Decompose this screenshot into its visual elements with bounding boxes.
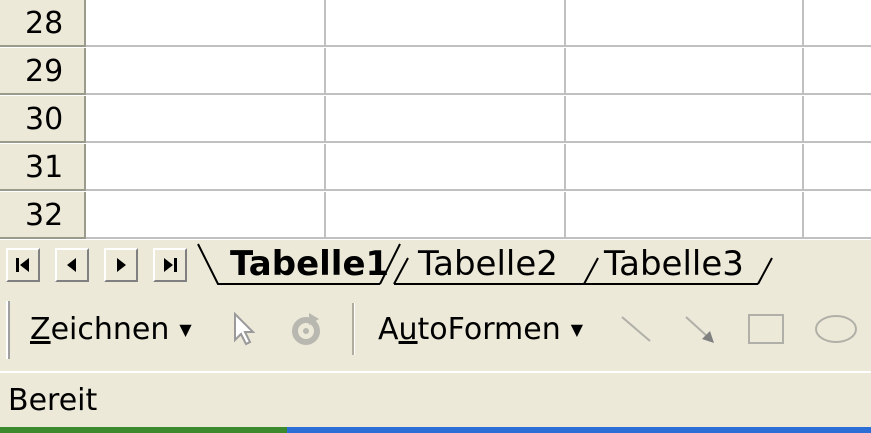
rectangle-button[interactable] — [744, 307, 788, 351]
row-header[interactable]: 29 — [0, 48, 86, 95]
grid-row: 29 — [0, 48, 871, 96]
first-sheet-icon — [16, 258, 29, 272]
chevron-down-icon: ▼ — [570, 319, 584, 339]
select-objects-button[interactable] — [222, 307, 266, 351]
cell[interactable] — [326, 96, 566, 143]
line-button[interactable] — [614, 307, 658, 351]
sheet-tab-tabelle3[interactable]: Tabelle3 — [604, 244, 744, 284]
autoshapes-label-start: A — [378, 311, 399, 347]
draw-menu-label: eichnen — [50, 311, 170, 347]
cell[interactable] — [86, 0, 326, 47]
next-sheet-button[interactable] — [104, 248, 138, 282]
cell[interactable] — [86, 192, 326, 239]
sheet-tab-tabelle2[interactable]: Tabelle2 — [418, 244, 558, 284]
grid-row: 28 — [0, 0, 871, 48]
cell[interactable] — [566, 0, 804, 47]
arrow-button[interactable] — [678, 307, 722, 351]
row-header[interactable]: 32 — [0, 192, 86, 239]
cell[interactable] — [566, 192, 804, 239]
last-sheet-icon — [164, 258, 177, 272]
cell[interactable] — [804, 48, 871, 95]
autoshapes-menu-button[interactable]: Au toFormen ▼ — [378, 307, 583, 351]
draw-menu-button[interactable]: Zeichnen ▼ — [30, 307, 192, 351]
status-text: Bereit — [8, 383, 98, 418]
oval-icon — [815, 315, 857, 343]
oval-button[interactable] — [810, 307, 860, 351]
cell[interactable] — [566, 96, 804, 143]
cell[interactable] — [804, 144, 871, 191]
sheet-tab-tabelle1[interactable]: Tabelle1 — [230, 244, 389, 284]
grid-row: 32 — [0, 192, 871, 240]
taskbar-start-strip — [0, 427, 287, 433]
line-icon — [621, 316, 651, 342]
row-header[interactable]: 30 — [0, 96, 86, 143]
select-objects-icon — [234, 312, 256, 346]
cell[interactable] — [326, 144, 566, 191]
grid-row: 30 — [0, 96, 871, 144]
previous-sheet-icon — [67, 258, 76, 272]
first-sheet-button[interactable] — [6, 248, 40, 282]
autoshapes-label-rest: toFormen — [417, 311, 561, 347]
spreadsheet-grid: 28 29 30 31 32 — [0, 0, 871, 240]
toolbar-grip[interactable] — [6, 301, 10, 359]
cell[interactable] — [804, 192, 871, 239]
cell[interactable] — [804, 0, 871, 47]
cell[interactable] — [566, 48, 804, 95]
arrow-icon — [685, 316, 714, 343]
row-header[interactable]: 28 — [0, 0, 86, 47]
free-rotate-button[interactable] — [284, 307, 328, 351]
autoshapes-accesskey: u — [398, 311, 418, 347]
drawing-toolbar: Zeichnen ▼ Au toFormen ▼ — [0, 287, 871, 371]
cell[interactable] — [86, 144, 326, 191]
status-bar: Bereit — [0, 371, 871, 427]
draw-menu-accesskey: Z — [30, 311, 51, 347]
cell[interactable] — [326, 48, 566, 95]
taskbar-strip — [287, 427, 871, 433]
row-header[interactable]: 31 — [0, 144, 86, 191]
grid-row: 31 — [0, 144, 871, 192]
sheet-tab-bar: Tabelle1 Tabelle2 Tabelle3 — [0, 240, 871, 287]
free-rotate-icon — [292, 313, 320, 345]
cell[interactable] — [86, 96, 326, 143]
cell[interactable] — [86, 48, 326, 95]
cell[interactable] — [326, 192, 566, 239]
last-sheet-button[interactable] — [153, 248, 187, 282]
cell[interactable] — [804, 96, 871, 143]
previous-sheet-button[interactable] — [55, 248, 89, 282]
toolbar-separator — [352, 303, 355, 355]
cell[interactable] — [566, 144, 804, 191]
rectangle-icon — [748, 314, 784, 344]
chevron-down-icon: ▼ — [179, 319, 192, 339]
cell[interactable] — [326, 0, 566, 47]
next-sheet-icon — [117, 258, 126, 272]
